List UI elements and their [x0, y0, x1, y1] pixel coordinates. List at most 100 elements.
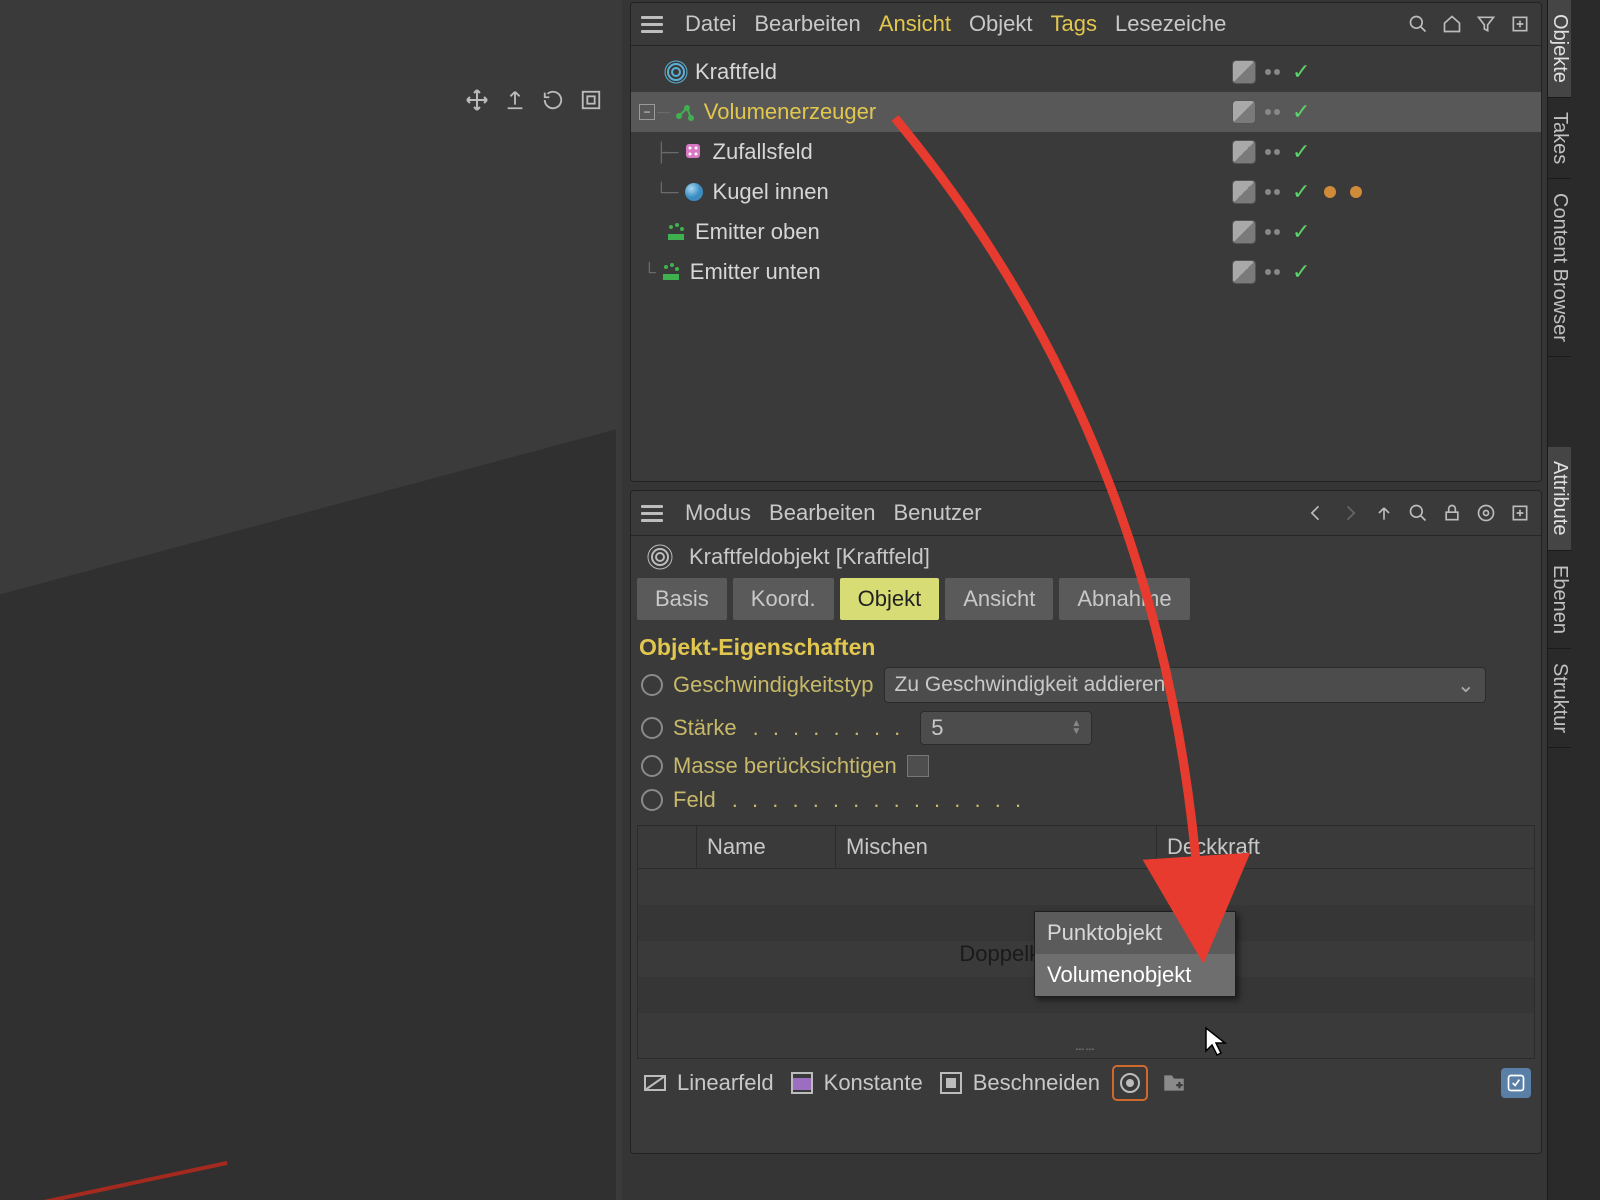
sidetab-objekte[interactable]: Objekte [1548, 0, 1571, 98]
menu-view[interactable]: Ansicht [879, 11, 951, 37]
tab-abnahme[interactable]: Abnahme [1059, 578, 1189, 620]
field-list-body[interactable]: Doppelklick, um erzeugen Punktobjekt Vol… [638, 869, 1534, 1039]
search-icon[interactable] [1407, 502, 1429, 524]
tab-basis[interactable]: Basis [637, 578, 727, 620]
strength-input[interactable]: 5 ▲▼ [920, 711, 1092, 745]
linear-field-button[interactable]: Linearfeld [641, 1069, 774, 1097]
new-window-icon[interactable] [1509, 502, 1531, 524]
enable-check-icon[interactable]: ✓ [1292, 219, 1310, 245]
nav-up-icon[interactable] [1373, 502, 1395, 524]
menu-object[interactable]: Objekt [969, 11, 1033, 37]
preset-button[interactable] [1501, 1068, 1531, 1098]
tree-row-kugel-innen[interactable]: └─ Kugel innen ✓ [631, 172, 1541, 212]
upload-icon[interactable] [502, 87, 528, 113]
attribute-object-type: Kraftfeldobjekt [Kraftfeld] [631, 536, 1541, 578]
consider-mass-checkbox[interactable] [907, 755, 929, 777]
nav-back-icon[interactable] [1305, 502, 1327, 524]
tree-line: ├─ [655, 142, 677, 163]
enable-check-icon[interactable]: ✓ [1292, 59, 1310, 85]
clip-button[interactable]: Beschneiden [937, 1069, 1100, 1097]
layer-tag[interactable] [1233, 141, 1255, 163]
sidetab-ebenen[interactable]: Ebenen [1548, 551, 1571, 649]
vis-dots[interactable] [1265, 69, 1280, 75]
sidetab-content-browser[interactable]: Content Browser [1548, 179, 1571, 357]
vis-dots[interactable] [1265, 189, 1280, 195]
tab-koord[interactable]: Koord. [733, 578, 834, 620]
object-tree[interactable]: Kraftfeld ✓ − ─ Volumenerzeuger [631, 46, 1541, 292]
prop-velocity-type: Geschwindigkeitstyp Zu Geschwindigkeit a… [631, 663, 1541, 707]
sidetab-attribute[interactable]: Attribute [1548, 447, 1571, 550]
rotate-icon[interactable] [540, 87, 566, 113]
input-value: 5 [931, 715, 943, 741]
vis-dots[interactable] [1265, 109, 1280, 115]
random-field-icon [681, 139, 707, 165]
tree-label: Emitter unten [690, 259, 821, 285]
search-icon[interactable] [1407, 13, 1429, 35]
menu-edit[interactable]: Bearbeiten [754, 11, 860, 37]
menu-item-volumenobjekt[interactable]: Volumenobjekt [1035, 954, 1235, 996]
home-icon[interactable] [1441, 13, 1463, 35]
menu-tags[interactable]: Tags [1051, 11, 1097, 37]
vis-dots[interactable] [1265, 149, 1280, 155]
material-tag-icon[interactable] [1324, 186, 1336, 198]
layer-tag[interactable] [1233, 261, 1255, 283]
collapse-toggle[interactable]: − [639, 104, 655, 120]
expand-icon[interactable] [1509, 13, 1531, 35]
menu-item-punktobjekt[interactable]: Punktobjekt [1035, 912, 1235, 954]
prop-label: Stärke [673, 715, 737, 741]
resize-handle[interactable]: ┄┄ [638, 1039, 1534, 1058]
dropdown-value: Zu Geschwindigkeit addieren [895, 673, 1166, 697]
col-mix[interactable]: Mischen [836, 826, 1157, 868]
move-icon[interactable] [464, 87, 490, 113]
layer-tag[interactable] [1233, 221, 1255, 243]
side-tabs: Objekte Takes Content Browser Attribute … [1547, 0, 1600, 1200]
sidetab-struktur[interactable]: Struktur [1548, 649, 1571, 748]
viewport[interactable] [0, 0, 623, 1200]
field-list: Name Mischen Deckkraft Doppelklick, um e… [637, 825, 1535, 1059]
enable-check-icon[interactable]: ✓ [1292, 259, 1310, 285]
stepper-icon[interactable]: ▲▼ [1071, 720, 1081, 736]
anim-dot[interactable] [641, 789, 663, 811]
tab-objekt[interactable]: Objekt [840, 578, 940, 620]
target-icon[interactable] [1475, 502, 1497, 524]
tab-ansicht[interactable]: Ansicht [945, 578, 1053, 620]
anim-dot[interactable] [641, 717, 663, 739]
tree-row-volumenerzeuger[interactable]: − ─ Volumenerzeuger ✓ [631, 92, 1541, 132]
sidetab-takes[interactable]: Takes [1548, 98, 1571, 179]
hamburger-icon[interactable] [641, 16, 663, 33]
hamburger-icon[interactable] [641, 505, 663, 522]
col-opacity[interactable]: Deckkraft [1157, 826, 1534, 868]
tree-row-emitter-oben[interactable]: Emitter oben ✓ [631, 212, 1541, 252]
attr-menu-user[interactable]: Benutzer [893, 500, 981, 526]
viewport-3d-area[interactable] [0, 80, 616, 1200]
folder-add-button[interactable] [1160, 1069, 1188, 1097]
material-tag-icon[interactable] [1350, 186, 1362, 198]
enable-check-icon[interactable]: ✓ [1292, 99, 1310, 125]
velocity-type-dropdown[interactable]: Zu Geschwindigkeit addieren ⌄ [884, 667, 1486, 703]
tree-line: ─ [657, 102, 668, 123]
layer-tag[interactable] [1233, 61, 1255, 83]
anim-dot[interactable] [641, 674, 663, 696]
menu-file[interactable]: Datei [685, 11, 736, 37]
layer-tag[interactable] [1233, 101, 1255, 123]
dots-fill: . . . . . . . . . . . . . . . [732, 787, 1025, 813]
anim-dot[interactable] [641, 755, 663, 777]
tree-row-emitter-unten[interactable]: └ Emitter unten ✓ [631, 252, 1541, 292]
vis-dots[interactable] [1265, 269, 1280, 275]
attr-menu-mode[interactable]: Modus [685, 500, 751, 526]
tree-row-zufallsfeld[interactable]: ├─ Zufallsfeld ✓ [631, 132, 1541, 172]
constant-button[interactable]: Konstante [788, 1069, 923, 1097]
layer-tag[interactable] [1233, 181, 1255, 203]
enable-check-icon[interactable]: ✓ [1292, 139, 1310, 165]
attr-menu-edit[interactable]: Bearbeiten [769, 500, 875, 526]
col-name[interactable]: Name [697, 826, 836, 868]
tree-row-kraftfeld[interactable]: Kraftfeld ✓ [631, 52, 1541, 92]
vis-dots[interactable] [1265, 229, 1280, 235]
tree-label: Volumenerzeuger [704, 99, 876, 125]
filter-icon[interactable] [1475, 13, 1497, 35]
enable-check-icon[interactable]: ✓ [1292, 179, 1310, 205]
solid-mode-button[interactable] [1114, 1067, 1146, 1099]
frame-icon[interactable] [578, 87, 604, 113]
menu-bookmarks[interactable]: Lesezeiche [1115, 11, 1226, 37]
lock-icon[interactable] [1441, 502, 1463, 524]
